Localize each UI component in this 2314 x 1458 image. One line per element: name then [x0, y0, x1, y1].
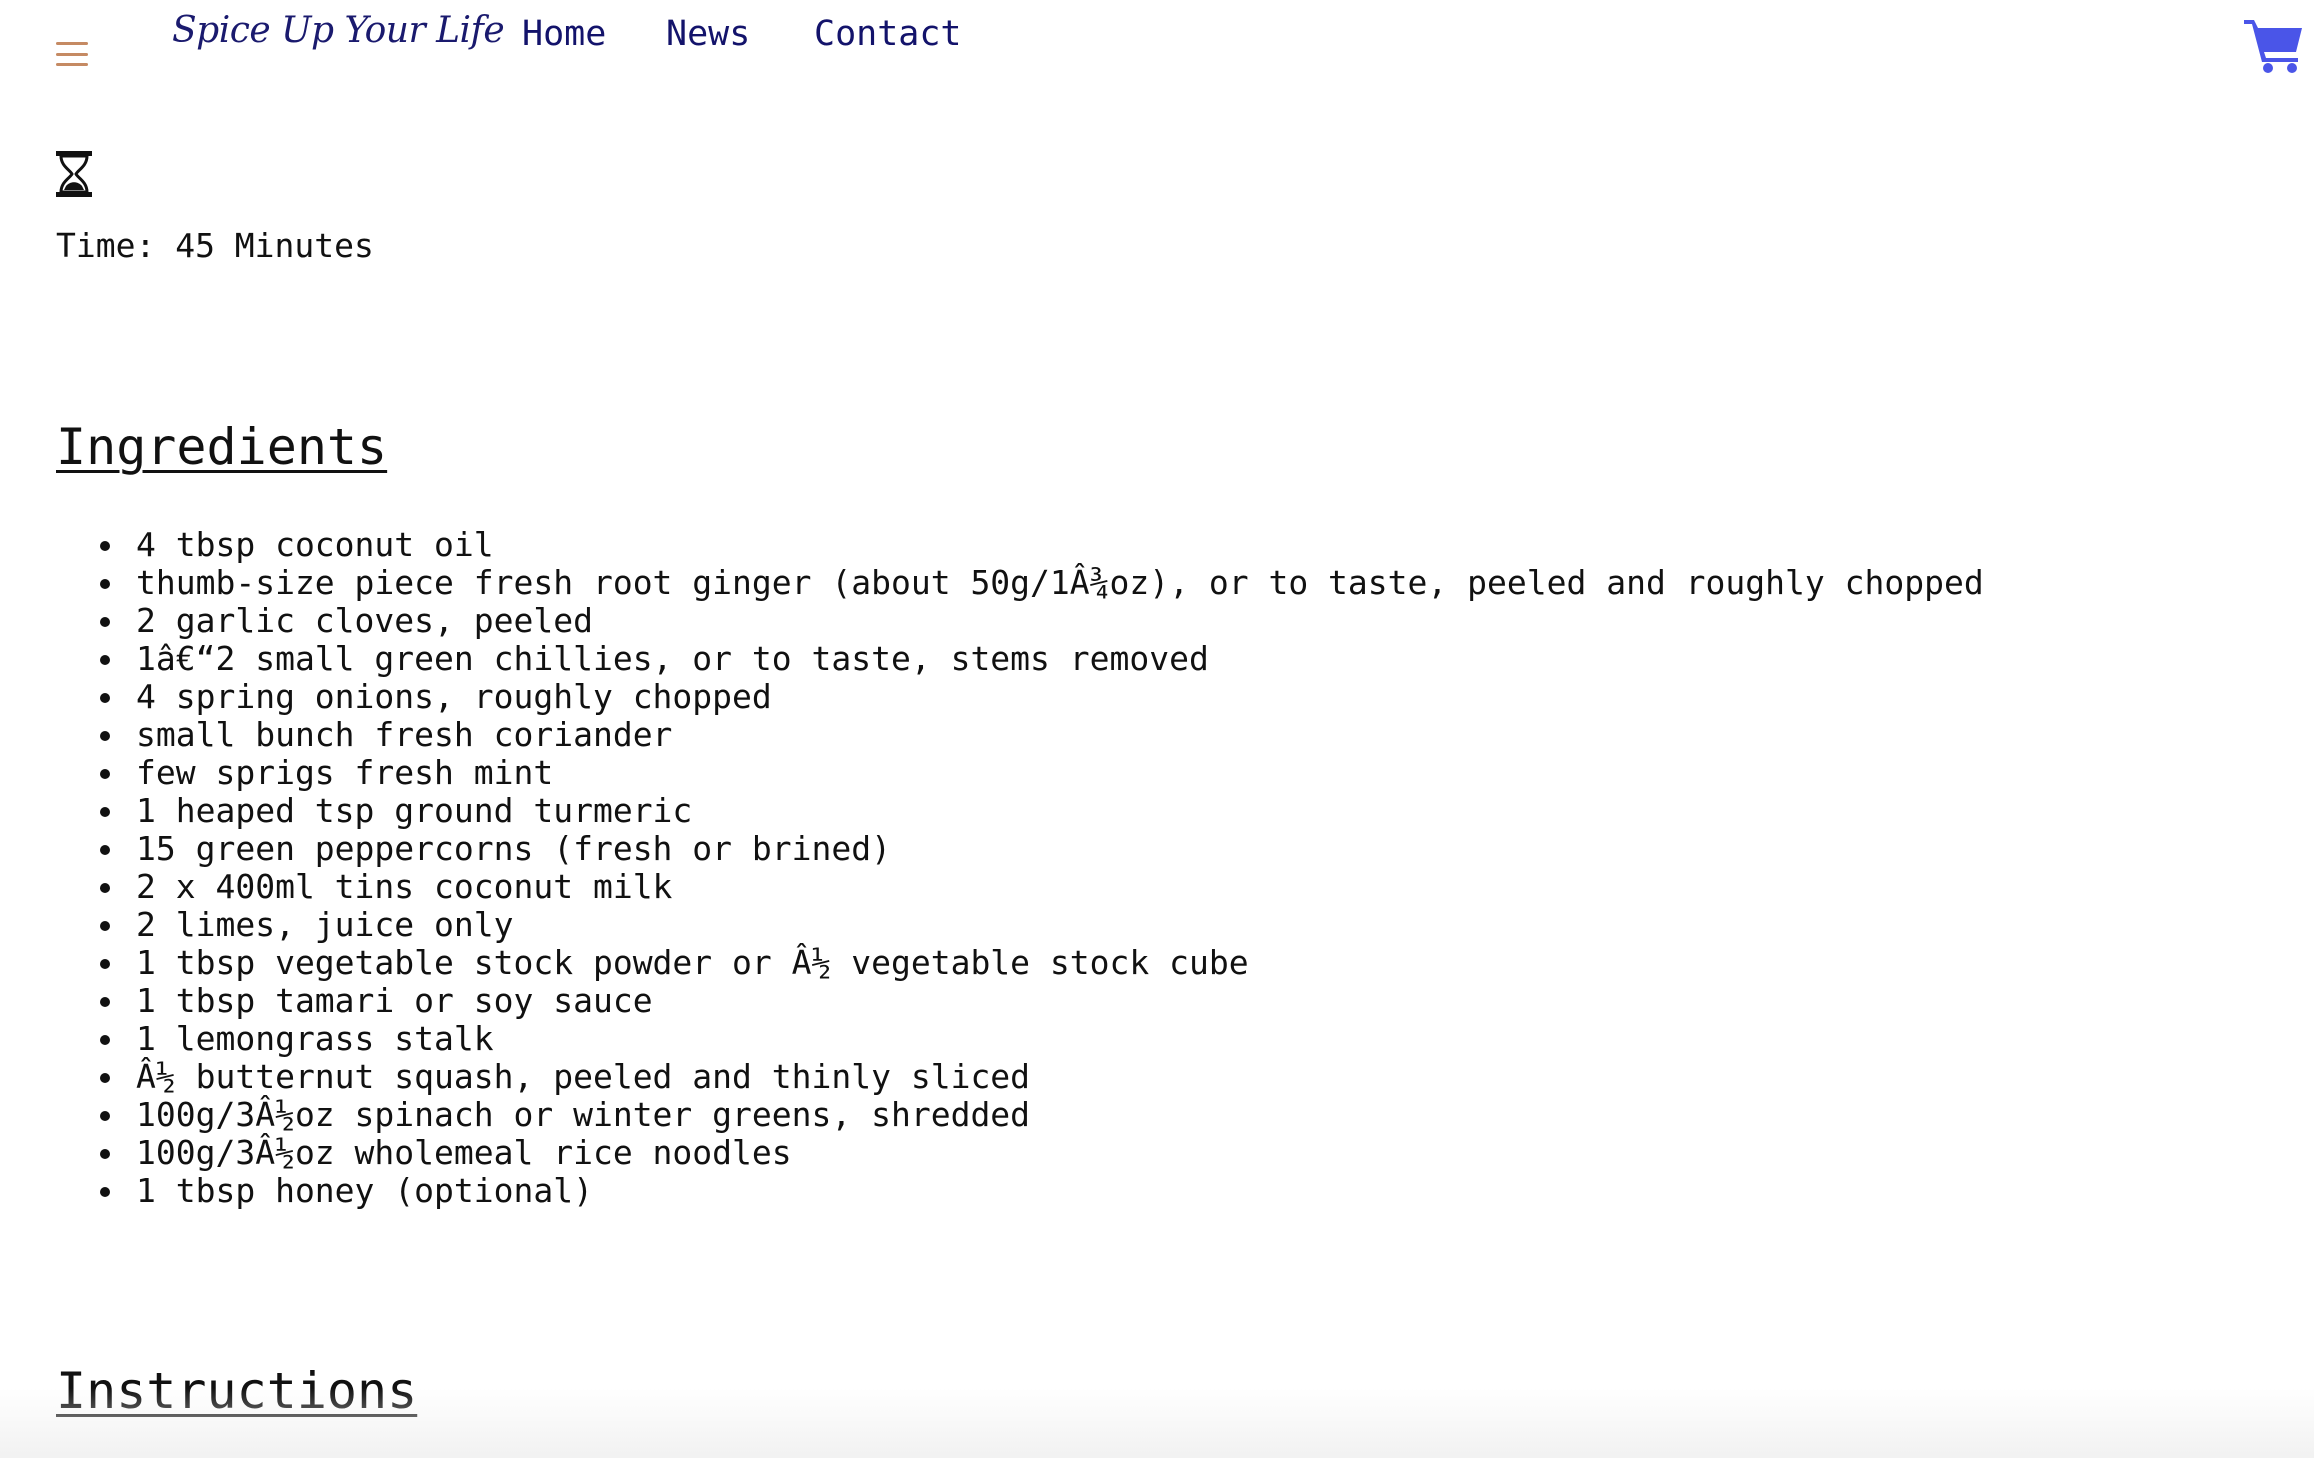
ingredient-item: 1 tbsp tamari or soy sauce	[56, 982, 1984, 1020]
ingredient-item: 1 lemongrass stalk	[56, 1020, 1984, 1058]
hourglass-icon	[56, 151, 92, 197]
ingredient-item: 100g/3Â½oz wholemeal rice noodles	[56, 1134, 1984, 1172]
menu-bar	[56, 52, 88, 56]
ingredients-heading: Ingredients	[56, 418, 388, 476]
hamburger-menu-icon[interactable]	[56, 40, 88, 68]
ingredient-item: 4 spring onions, roughly chopped	[56, 678, 1984, 716]
nav-home-link[interactable]: Home	[522, 14, 606, 54]
ingredient-item: 2 garlic cloves, peeled	[56, 602, 1984, 640]
menu-bar	[56, 42, 88, 45]
ingredient-item: 2 limes, juice only	[56, 906, 1984, 944]
ingredient-item: thumb-size piece fresh root ginger (abou…	[56, 564, 1984, 602]
nav-contact-link[interactable]: Contact	[814, 14, 962, 54]
nav-news-link[interactable]: News	[666, 14, 750, 54]
menu-bar	[56, 63, 88, 66]
ingredient-item: small bunch fresh coriander	[56, 716, 1984, 754]
ingredient-item: few sprigs fresh mint	[56, 754, 1984, 792]
ingredients-list: 4 tbsp coconut oil thumb-size piece fres…	[56, 526, 1984, 1210]
ingredient-item: 2 x 400ml tins coconut milk	[56, 868, 1984, 906]
ingredient-item: 1 tbsp vegetable stock powder or Â½ vege…	[56, 944, 1984, 982]
ingredient-item: 100g/3Â½oz spinach or winter greens, shr…	[56, 1096, 1984, 1134]
ingredient-item: 15 green peppercorns (fresh or brined)	[56, 830, 1984, 868]
ingredient-item: 4 tbsp coconut oil	[56, 526, 1984, 564]
cooking-time: Time: 45 Minutes	[56, 226, 374, 265]
instructions-heading: Instructions	[56, 1362, 418, 1420]
site-brand-link[interactable]: Spice Up Your Life	[172, 10, 505, 51]
ingredient-item: 1 heaped tsp ground turmeric	[56, 792, 1984, 830]
ingredient-item: 1 tbsp honey (optional)	[56, 1172, 1984, 1210]
ingredient-item: 1â€“2 small green chillies, or to taste,…	[56, 640, 1984, 678]
shopping-cart-icon[interactable]	[2242, 14, 2306, 74]
ingredient-item: Â½ butternut squash, peeled and thinly s…	[56, 1058, 1984, 1096]
